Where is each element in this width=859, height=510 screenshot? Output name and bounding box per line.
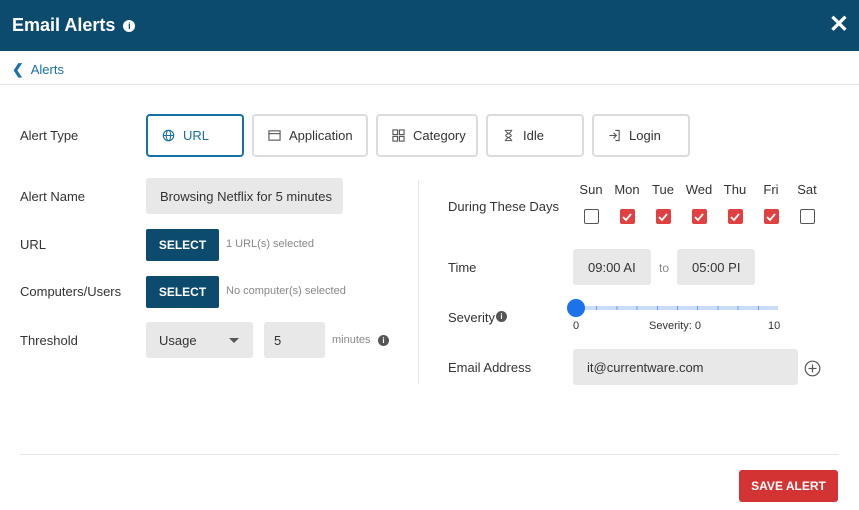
alert-name-input[interactable]: Browsing Netflix for 5 minutes — [146, 178, 343, 214]
computers-selected-hint: No computer(s) selected — [226, 285, 346, 297]
hourglass-icon — [502, 129, 515, 142]
threshold-type-select[interactable]: Usage — [146, 322, 253, 358]
checkmark-icon — [694, 213, 704, 222]
alert-type-idle-label: Idle — [523, 128, 544, 143]
save-alert-button[interactable]: SAVE ALERT — [739, 470, 838, 502]
alert-type-label: Alert Type — [20, 128, 79, 143]
chevron-left-icon: ❮ — [12, 61, 24, 77]
caret-down-icon — [229, 338, 239, 343]
severity-label: Severity — [448, 310, 495, 325]
window-icon — [268, 129, 281, 142]
alert-type-application-button[interactable]: Application — [252, 114, 368, 157]
severity-min-label: 0 — [573, 320, 580, 332]
checkmark-icon — [622, 213, 632, 222]
modal-header: Email Alerts i ✕ — [0, 0, 859, 51]
threshold-type-value: Usage — [159, 332, 197, 348]
day-checkbox-tue[interactable] — [656, 209, 671, 224]
day-checkbox-wed[interactable] — [692, 209, 707, 224]
globe-icon — [162, 129, 175, 142]
day-checkbox-sat[interactable] — [800, 209, 815, 224]
header-divider — [0, 84, 859, 85]
alert-type-login-button[interactable]: Login — [592, 114, 690, 157]
footer-divider — [20, 454, 839, 455]
severity-slider-ticks — [576, 306, 778, 310]
close-icon[interactable]: ✕ — [829, 12, 849, 38]
email-address-label: Email Address — [448, 360, 532, 375]
day-checkbox-mon[interactable] — [620, 209, 635, 224]
login-icon — [608, 129, 621, 142]
checkmark-icon — [658, 213, 668, 222]
time-to-separator: to — [659, 261, 670, 275]
alert-type-category-button[interactable]: Category — [376, 114, 478, 157]
computers-users-label: Computers/Users — [20, 284, 122, 299]
severity-slider-thumb[interactable] — [567, 299, 585, 317]
alert-type-url-button[interactable]: URL — [146, 114, 244, 157]
threshold-unit-label: minutes — [332, 334, 371, 346]
add-circle-icon[interactable] — [804, 360, 821, 377]
day-checkbox-thu[interactable] — [728, 209, 743, 224]
url-selected-hint: 1 URL(s) selected — [226, 238, 315, 250]
day-label-tue: Tue — [652, 182, 674, 197]
alert-type-login-label: Login — [629, 128, 661, 143]
url-select-button[interactable]: SELECT — [146, 229, 219, 261]
severity-max-label: 10 — [768, 320, 781, 332]
day-label-sun: Sun — [579, 182, 603, 197]
grid-icon — [392, 129, 405, 142]
day-label-sat: Sat — [797, 182, 817, 197]
alert-type-application-label: Application — [289, 128, 353, 143]
day-label-wed: Wed — [685, 182, 713, 197]
checkmark-icon — [730, 213, 740, 222]
checkmark-icon — [766, 213, 776, 222]
time-label: Time — [448, 260, 477, 275]
alert-name-label: Alert Name — [20, 189, 86, 204]
url-label: URL — [20, 237, 47, 252]
severity-value-text: Severity: 0 — [649, 320, 701, 332]
severity-info-icon[interactable]: i — [496, 311, 507, 322]
computers-select-button[interactable]: SELECT — [146, 276, 219, 308]
day-checkbox-fri[interactable] — [764, 209, 779, 224]
breadcrumb-alerts-link[interactable]: Alerts — [31, 62, 64, 77]
day-label-fri: Fri — [763, 182, 779, 197]
time-from-input[interactable]: 09:00 AI — [573, 249, 651, 285]
breadcrumb[interactable]: ❮ Alerts — [12, 61, 64, 78]
column-divider — [418, 180, 419, 384]
time-to-input[interactable]: 05:00 PI — [677, 249, 755, 285]
alert-type-category-label: Category — [413, 128, 466, 143]
threshold-label: Threshold — [20, 333, 78, 348]
day-checkbox-sun[interactable] — [584, 209, 599, 224]
day-label-mon: Mon — [614, 182, 640, 197]
alert-type-url-label: URL — [183, 128, 210, 143]
modal-title: Email Alerts — [12, 15, 116, 35]
alert-type-idle-button[interactable]: Idle — [486, 114, 584, 157]
info-icon[interactable]: i — [123, 19, 136, 32]
day-label-thu: Thu — [723, 182, 747, 197]
threshold-value-input[interactable]: 5 — [264, 322, 325, 358]
threshold-info-icon[interactable]: i — [378, 335, 389, 346]
days-label: During These Days — [448, 199, 560, 214]
email-address-input[interactable]: it@currentware.com — [573, 349, 798, 385]
